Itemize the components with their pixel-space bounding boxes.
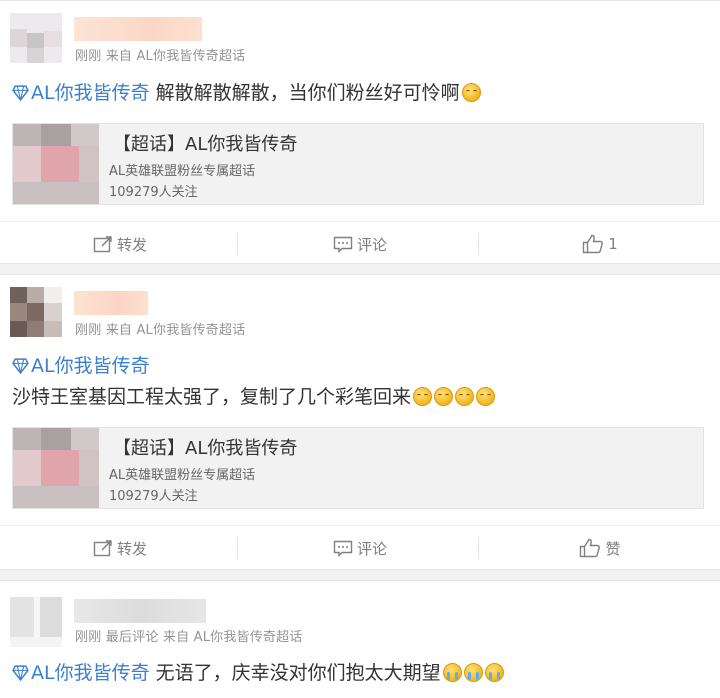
topic-followers: 109279人关注	[109, 185, 198, 200]
post-text: AL你我皆传奇 无语了，庆幸没对你们抱太大期望	[12, 661, 504, 685]
post-card: 刚刚 来自 AL你我皆传奇超话 AL你我皆传奇 解散解散解散，当你们粉丝好可怜啊	[0, 0, 720, 264]
topic-title: 【超话】AL你我皆传奇	[113, 438, 298, 459]
like-button[interactable]: 1	[480, 222, 720, 266]
post-text: 沙特王室基因工程太强了，复制了几个彩笔回来	[12, 385, 496, 409]
post-body: 沙特王室基因工程太强了，复制了几个彩笔回来	[12, 386, 412, 408]
topic-followers: 109279人关注	[109, 489, 198, 504]
topic-title: 【超话】AL你我皆传奇	[113, 134, 298, 155]
thumbs-up-icon	[580, 538, 601, 558]
username-blurred[interactable]	[74, 599, 206, 623]
comment-label: 评论	[356, 235, 387, 254]
diamond-icon	[12, 665, 29, 681]
post-meta: 刚刚 最后评论 来自 AL你我皆传奇超话	[75, 630, 303, 645]
smile-emoji-icon	[455, 387, 475, 406]
like-count: 1	[608, 235, 618, 253]
crying-emoji-icon	[442, 663, 462, 682]
repost-icon	[93, 540, 112, 557]
diamond-icon	[12, 85, 29, 101]
like-button[interactable]: 赞	[480, 526, 720, 570]
avatar[interactable]	[10, 287, 62, 337]
topic-subtitle: AL英雄联盟粉丝专属超话	[109, 164, 256, 179]
post-text: AL你我皆传奇 解散解散解散，当你们粉丝好可怜啊	[12, 81, 481, 105]
smile-emoji-icon	[461, 83, 481, 102]
topic-thumbnail	[13, 124, 99, 204]
post-actions: 转发 评论 赞	[0, 525, 720, 570]
smile-emoji-icon	[434, 387, 454, 406]
topic-thumbnail	[13, 428, 99, 508]
comment-button[interactable]: 评论	[240, 526, 480, 570]
post-meta: 刚刚 来自 AL你我皆传奇超话	[75, 49, 246, 64]
repost-label: 转发	[116, 235, 147, 254]
topic-link-label[interactable]: AL你我皆传奇	[31, 355, 150, 377]
topic-link-label[interactable]: AL你我皆传奇	[31, 662, 150, 684]
diamond-icon	[12, 358, 29, 374]
avatar[interactable]	[10, 597, 62, 647]
repost-label: 转发	[116, 539, 147, 558]
post-actions: 转发 评论 1	[0, 221, 720, 266]
topic-subtitle: AL英雄联盟粉丝专属超话	[109, 468, 256, 483]
divider	[237, 537, 238, 559]
supertopic-card[interactable]: 【超话】AL你我皆传奇 AL英雄联盟粉丝专属超话 109279人关注	[12, 427, 704, 509]
avatar[interactable]	[10, 13, 62, 63]
divider	[237, 233, 238, 255]
topic-link[interactable]: AL你我皆传奇	[12, 82, 156, 104]
post-card: 刚刚 最后评论 来自 AL你我皆传奇超话 AL你我皆传奇 无语了，庆幸没对你们抱…	[0, 580, 720, 698]
comment-icon	[333, 236, 353, 253]
topic-line: AL你我皆传奇	[12, 354, 150, 378]
username-blurred[interactable]	[74, 291, 148, 315]
post-meta: 刚刚 来自 AL你我皆传奇超话	[75, 323, 246, 338]
crying-emoji-icon	[484, 663, 504, 682]
repost-button[interactable]: 转发	[0, 526, 240, 570]
post-body: 无语了，庆幸没对你们抱太大期望	[155, 662, 441, 684]
post-body: 解散解散解散，当你们粉丝好可怜啊	[155, 82, 460, 104]
smile-emoji-icon	[413, 387, 433, 406]
repost-icon	[93, 236, 112, 253]
username-blurred[interactable]	[74, 17, 202, 41]
comment-button[interactable]: 评论	[240, 222, 480, 266]
repost-button[interactable]: 转发	[0, 222, 240, 266]
topic-link-label[interactable]: AL你我皆传奇	[31, 82, 150, 104]
weibo-feed: 刚刚 来自 AL你我皆传奇超话 AL你我皆传奇 解散解散解散，当你们粉丝好可怜啊	[0, 0, 720, 698]
comment-icon	[333, 540, 353, 557]
supertopic-card[interactable]: 【超话】AL你我皆传奇 AL英雄联盟粉丝专属超话 109279人关注	[12, 123, 704, 205]
topic-link[interactable]: AL你我皆传奇	[12, 662, 156, 684]
comment-label: 评论	[356, 539, 387, 558]
post-card: 刚刚 来自 AL你我皆传奇超话 AL你我皆传奇 沙特王室基因工程太强了，复制了几…	[0, 274, 720, 570]
divider	[478, 233, 479, 255]
crying-emoji-icon	[463, 663, 483, 682]
thumbs-up-icon	[583, 234, 604, 254]
divider	[478, 537, 479, 559]
topic-link[interactable]: AL你我皆传奇	[12, 355, 150, 377]
like-label: 赞	[605, 539, 621, 558]
smile-emoji-icon	[476, 387, 496, 406]
